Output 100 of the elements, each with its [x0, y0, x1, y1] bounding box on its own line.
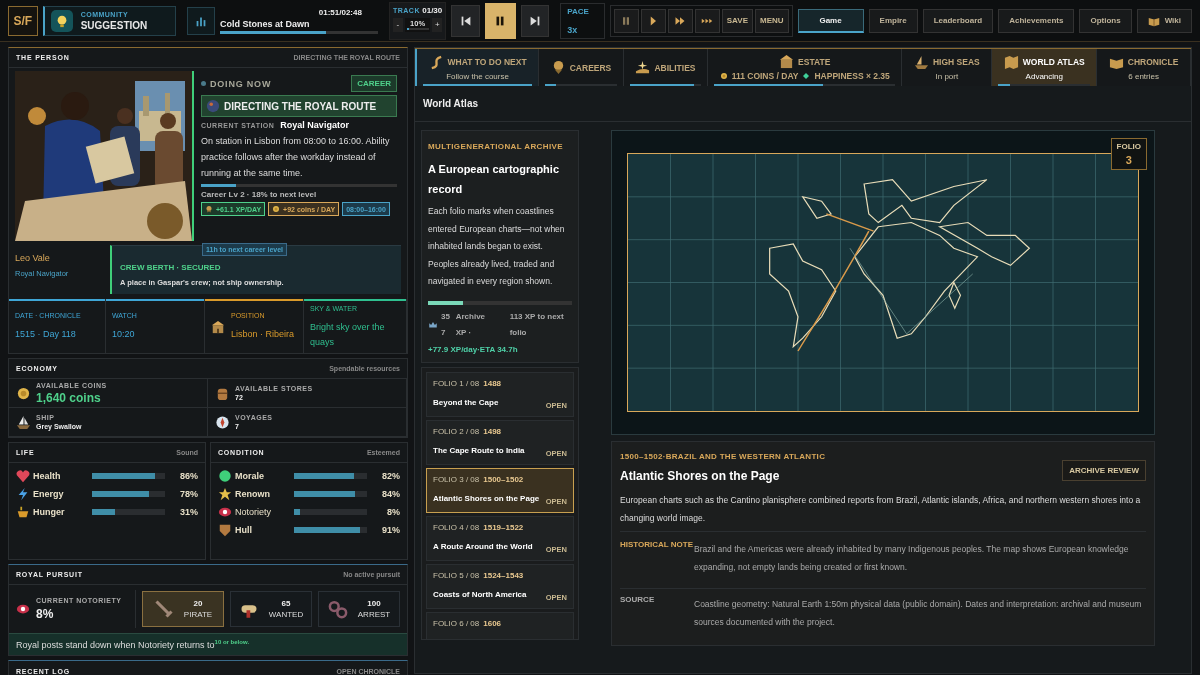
- pause-button[interactable]: [484, 2, 516, 39]
- coin-icon: [719, 72, 728, 80]
- person-name: Leo Vale: [15, 253, 51, 263]
- track-time: 01:51/02:48: [318, 7, 362, 17]
- archive-xp: 357: [441, 310, 451, 339]
- nav-tab[interactable]: Achievements: [998, 8, 1075, 33]
- xp-rate: +77.9 XP/day·ETA 34.7h: [428, 344, 519, 354]
- info-value: 10:20: [112, 328, 136, 341]
- heart-icon: [16, 469, 30, 483]
- ship-icon: [913, 54, 929, 70]
- stat-value: 78%: [179, 489, 198, 499]
- stat-name: Hunger: [33, 507, 66, 517]
- stat-value: 84%: [381, 489, 400, 499]
- detail-text: European charts such as the Cantino planisphere combined reports from Brazil, Atlantic islands, Africa, and northern western shores into a changing world image.: [620, 491, 1146, 532]
- note-label: SOURCE: [620, 595, 656, 606]
- station-name: Royal Navigator: [280, 120, 349, 130]
- speed-button[interactable]: [667, 8, 693, 33]
- volume-down-button[interactable]: -: [392, 17, 403, 32]
- star-icon: [218, 487, 232, 501]
- stat-value: 91%: [381, 525, 400, 535]
- section-tab[interactable]: WORLD ATLAS Advancing: [992, 49, 1098, 86]
- hand-icon: [635, 60, 651, 75]
- nav-tab[interactable]: Empire: [868, 8, 918, 33]
- stat-value: 82%: [381, 471, 400, 481]
- page-title: World Atlas: [415, 86, 1191, 122]
- nav-tab[interactable]: Leaderboard: [922, 8, 994, 33]
- detail-eyebrow: 1500–1502·BRAZIL AND THE WESTERN ATLANTIC: [620, 452, 826, 461]
- stat-name: Notoriety: [235, 507, 272, 517]
- career-tag: CAREER: [351, 75, 397, 92]
- archive-text: Each folio marks when coastlines entered European charts—not when inhabited lands began to exist. Peoples already lived, traded and navigated in every region shown.: [428, 205, 566, 288]
- ship-icon: [16, 414, 31, 430]
- folio-badge: FOLIO 3: [1110, 138, 1147, 170]
- music-button[interactable]: [187, 6, 216, 35]
- archive-label: MULTIGENERATIONAL ARCHIVE: [428, 141, 565, 153]
- section-tab[interactable]: ABILITIES: [623, 49, 709, 86]
- resource-value: 1,640 coins: [36, 390, 102, 405]
- stat-name: Hull: [235, 525, 253, 535]
- lightning-icon: [16, 487, 30, 501]
- section-tab[interactable]: HIGH SEAS In port: [902, 49, 993, 86]
- stat-value: 8%: [386, 507, 400, 517]
- shackles-icon: [327, 599, 348, 619]
- info-value: 1515 · Day 118: [15, 328, 77, 341]
- medal-icon: [205, 205, 213, 213]
- eye-icon: [218, 505, 232, 519]
- notoriety-value: 8%: [36, 607, 55, 621]
- stat-name: Energy: [33, 489, 65, 499]
- gem-icon: [802, 72, 811, 80]
- logo[interactable]: S/F: [8, 5, 38, 36]
- menu-action-button[interactable]: MENU: [755, 8, 789, 33]
- note-label: HISTORICAL NOTE: [620, 540, 694, 551]
- building-icon: [211, 320, 225, 334]
- next-folio-xp: 113 XP to next folio: [509, 310, 565, 339]
- skip-back-button[interactable]: [451, 4, 480, 37]
- map-icon: [1003, 54, 1019, 70]
- speed-button[interactable]: [640, 8, 666, 33]
- coin-icon: [16, 385, 31, 401]
- activity-banner: DIRECTING THE ROYAL ROUTE: [201, 95, 397, 117]
- pot-icon: [16, 505, 30, 519]
- career-level: Career Lv 2 · 18% to next level: [201, 190, 318, 199]
- track-title: Cold Stones at Dawn: [220, 18, 311, 29]
- stat-value: 31%: [179, 507, 198, 517]
- stat-name: Morale: [235, 471, 265, 481]
- speed-button[interactable]: [694, 8, 720, 33]
- eye-icon: [16, 602, 30, 616]
- manor-icon: [779, 54, 795, 69]
- nav-tab[interactable]: Wiki: [1136, 8, 1192, 33]
- stat-value: 86%: [179, 471, 198, 481]
- shield-icon: [218, 523, 232, 537]
- section-label: DOING NOW: [210, 78, 272, 89]
- archive-title: A European cartographic record: [428, 162, 560, 197]
- speed-button[interactable]: [613, 8, 639, 33]
- archive-review-button[interactable]: ARCHIVE REVIEW: [1062, 460, 1146, 481]
- skip-forward-button[interactable]: [520, 4, 550, 37]
- coin-icon: [272, 205, 281, 213]
- nav-tab[interactable]: Game: [797, 8, 864, 33]
- pace-label: PACE: [567, 6, 590, 16]
- folio-item[interactable]: FOLIO 6 / 08 1606: [426, 611, 574, 639]
- stat-name: Renown: [235, 489, 271, 499]
- track-count: 01/30: [422, 5, 443, 15]
- pursuit-message: Royal posts stand down when Notoriety returns to$^{10 or below.}$: [9, 633, 407, 655]
- volume-up-button[interactable]: +: [432, 17, 443, 32]
- globe-icon: [206, 99, 220, 113]
- info-value: Bright sky over the quays: [310, 320, 386, 349]
- threshold-card: 20 PIRATE: [142, 591, 224, 627]
- section-tab[interactable]: CAREERS: [539, 49, 624, 86]
- section-tab[interactable]: WHAT TO DO NEXT Follow the course: [415, 49, 540, 86]
- compass-icon: [215, 414, 230, 430]
- note-text: Coastline geometry: Natural Earth 1:50m physical data (public domain). Dates and interpretation: archival and museum sources documented with the project.: [694, 598, 1143, 629]
- section-tab[interactable]: ESTATE 111 COINS / DAY HAPPINESS × 2.35: [708, 49, 903, 86]
- nav-tab[interactable]: Options: [1079, 8, 1132, 33]
- info-value: Lisbon · Ribeira: [231, 328, 295, 341]
- orb-icon: [218, 469, 232, 483]
- sword-icon: [153, 599, 174, 619]
- section-tab[interactable]: CHRONICLE 6 entries: [1097, 49, 1191, 86]
- pace-value: 3x: [567, 24, 579, 35]
- threshold-card: 100 ARREST: [318, 591, 400, 627]
- stat-name: Health: [33, 471, 62, 481]
- detail-title: Atlantic Shores on the Page: [620, 469, 781, 483]
- description: On station in Lisbon from 08:00 to 16:00. Ability practice follows after the workday instead of running at the same time.: [201, 135, 391, 180]
- menu-action-button[interactable]: SAVE: [721, 8, 753, 33]
